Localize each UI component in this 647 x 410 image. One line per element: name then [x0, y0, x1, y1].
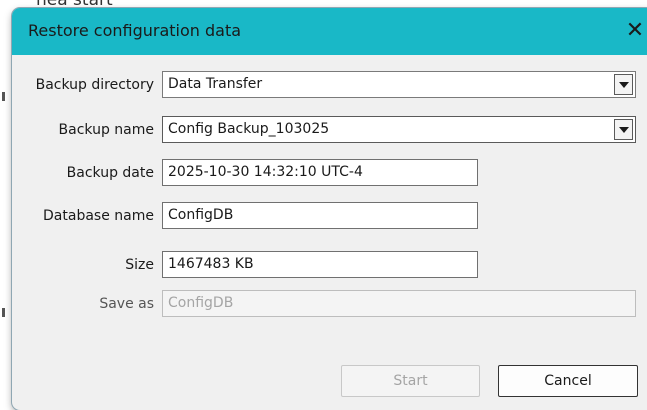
size-field: 1467483 KB	[162, 251, 478, 278]
backup-directory-value: Data Transfer	[168, 76, 263, 92]
backup-name-label: Backup name	[58, 122, 154, 138]
chevron-down-icon[interactable]	[614, 119, 633, 140]
close-icon[interactable]: ✕	[620, 16, 647, 46]
dialog-titlebar: Restore configuration data ✕	[12, 8, 647, 55]
size-label: Size	[125, 257, 154, 273]
database-name-label: Database name	[43, 208, 154, 224]
dialog-title: Restore configuration data	[28, 21, 242, 40]
backup-date-field: 2025-10-30 14:32:10 UTC-4	[162, 159, 478, 186]
backup-date-label: Backup date	[66, 165, 154, 181]
database-name-field: ConfigDB	[162, 202, 478, 229]
start-button[interactable]: Start	[341, 365, 480, 397]
backup-name-value: Config Backup_103025	[168, 121, 330, 137]
chevron-down-icon[interactable]	[614, 74, 633, 95]
backup-directory-label: Backup directory	[35, 77, 154, 93]
save-as-label: Save as	[99, 296, 154, 312]
backup-name-dropdown[interactable]: Config Backup_103025	[162, 116, 636, 143]
restore-configuration-dialog: Restore configuration data ✕ Backup dire…	[12, 8, 647, 410]
background-mark	[2, 92, 5, 101]
save-as-input[interactable]: ConfigDB	[162, 290, 636, 317]
backup-directory-dropdown[interactable]: Data Transfer	[162, 71, 636, 98]
cancel-button[interactable]: Cancel	[498, 365, 638, 397]
background-mark	[2, 308, 5, 317]
